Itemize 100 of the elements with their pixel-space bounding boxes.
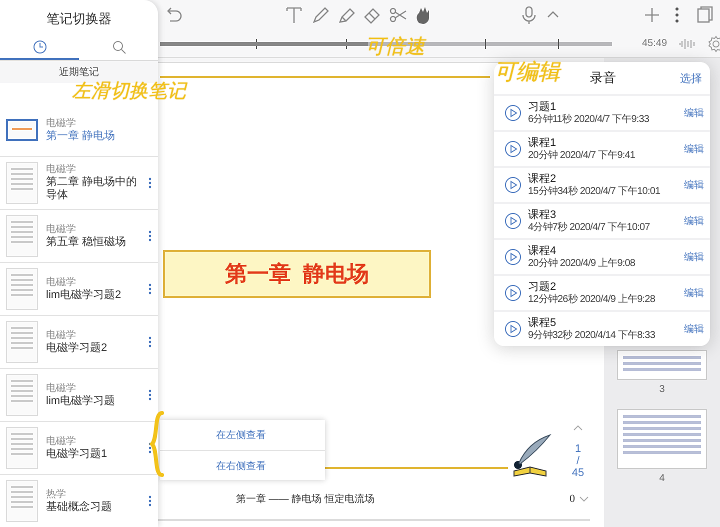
section-header: 近期笔记 [0,61,158,83]
recording-title: 习题1 [528,100,558,114]
current-page: 1 [574,443,582,455]
note-title: 第一章 静电场 [46,130,116,142]
handwritten-note: 左滑切换笔记 [72,82,186,101]
recording-details: 12分钟26秒 2020/4/9 上午9:28 [528,294,656,306]
more-icon[interactable] [148,442,152,454]
note-category: 电磁学 [46,436,77,448]
more-icon[interactable] [148,336,152,348]
edit-link[interactable]: 编辑 [684,250,704,264]
note-title: lim电磁学习题 [46,394,116,408]
playback-progress[interactable] [160,42,368,46]
note-title: lim电磁学习题2 [46,288,122,302]
more-icon[interactable] [148,495,152,507]
note-category: 电磁学 [46,164,77,176]
note-category: 热学 [46,488,67,500]
recording-title: 课程3 [528,208,558,222]
more-icon[interactable] [148,389,152,401]
popover-title: 录音 [590,69,616,87]
play-icon[interactable] [504,140,522,158]
play-icon[interactable] [504,284,522,302]
play-icon[interactable] [504,212,522,230]
handwritten-note: 可编辑 [494,62,560,84]
page-separator: / [576,455,580,467]
recording-title: 习题2 [528,280,558,294]
note-category: 电磁学 [46,118,77,130]
menu-item[interactable]: 在右侧查看 [160,450,325,480]
sidebar-title: 笔记切换器 [46,10,112,28]
handwritten-note: 可倍速 [365,36,425,56]
note-thumbnail [6,374,38,416]
note-item[interactable]: 电磁学 第二章 静电场中的导体 [0,157,158,210]
recording-title: 课程1 [528,136,558,150]
add-icon[interactable] [642,5,662,25]
play-icon[interactable] [504,104,522,122]
recording-title: 课程4 [528,244,558,258]
text-tool-icon[interactable] [284,5,304,25]
note-category: 电磁学 [46,330,77,342]
scissors-icon[interactable] [388,5,408,25]
note-item[interactable]: 电磁学 lim电磁学习题2 [0,263,158,316]
edit-link[interactable]: 编辑 [684,178,704,192]
brace-mark [148,410,166,478]
page-footer-title: 第一章 —— 静电场 恒定电流场 [236,492,374,506]
edit-link[interactable]: 编辑 [684,142,704,156]
chapter-banner: 第一章 静电场 [163,250,431,298]
note-item[interactable]: 热学 基础概念习题 [0,475,158,527]
note-item[interactable]: 电磁学 第一章 静电场 [0,104,158,157]
page-number: 4 [659,473,665,484]
note-thumbnail [6,321,38,363]
more-icon[interactable] [148,230,152,242]
chevron-up-icon[interactable] [572,423,584,433]
page-number: 3 [659,384,665,395]
pages-icon[interactable] [695,5,715,25]
note-title: 第二章 静电场中的导体 [46,176,138,202]
page-total: 45 [572,467,584,479]
edit-link[interactable]: 编辑 [684,214,704,228]
recording-details: 6分钟11秒 2020/4/7 下午9:33 [528,114,650,126]
note-item[interactable]: 电磁学 第五章 稳恒磁场 [0,210,158,263]
recording-details: 15分钟34秒 2020/4/7 下午10:01 [528,186,662,198]
more-icon[interactable] [148,283,152,295]
recording-title: 课程2 [528,172,558,186]
note-item[interactable]: 电磁学 电磁学习题1 [0,422,158,475]
note-thumbnail [6,480,38,522]
recording-details: 4分钟7秒 2020/4/7 下午10:07 [528,222,651,234]
page-thumbnail[interactable] [617,350,707,380]
recording-details: 20分钟 2020/4/7 下午9:41 [528,150,636,162]
note-thumbnail [6,119,38,141]
recording-details: 9分钟32秒 2020/4/14 下午8:33 [528,330,656,342]
play-icon[interactable] [504,176,522,194]
settings-icon[interactable] [707,34,720,52]
play-icon[interactable] [504,248,522,266]
pen-icon[interactable] [310,5,330,25]
recording-title: 课程5 [528,316,558,330]
recording-details: 20分钟 2020/4/9 上午9:08 [528,258,636,270]
page-thumbnail[interactable] [617,409,707,469]
recording-time: 45:49 [642,38,668,49]
select-link[interactable]: 选择 [680,70,702,86]
more-icon[interactable] [148,177,152,189]
play-icon[interactable] [504,320,522,338]
menu-item[interactable]: 在左侧查看 [160,420,325,450]
note-category: 电磁学 [46,382,77,394]
waveform-icon[interactable] [677,36,698,50]
note-title: 电磁学习题1 [46,448,108,460]
search-icon [110,39,126,55]
note-item[interactable]: 电磁学 电磁学习题2 [0,316,158,369]
footer-count: 0 [570,493,575,505]
note-item[interactable]: 电磁学 lim电磁学习题 [0,369,158,422]
edit-link[interactable]: 编辑 [684,322,704,336]
note-category: 电磁学 [46,224,77,236]
note-title: 基础概念习题 [46,500,113,514]
chevron-down-icon[interactable] [578,494,590,504]
edit-link[interactable]: 编辑 [684,106,704,120]
edit-link[interactable]: 编辑 [684,286,704,300]
note-title: 电磁学习题2 [46,342,108,354]
note-thumbnail [6,268,38,310]
note-category: 电磁学 [46,276,77,288]
note-thumbnail [6,162,38,204]
note-thumbnail [6,427,38,469]
note-title: 第五章 稳恒磁场 [46,236,128,248]
note-thumbnail [6,215,38,257]
clock-icon [32,39,48,55]
